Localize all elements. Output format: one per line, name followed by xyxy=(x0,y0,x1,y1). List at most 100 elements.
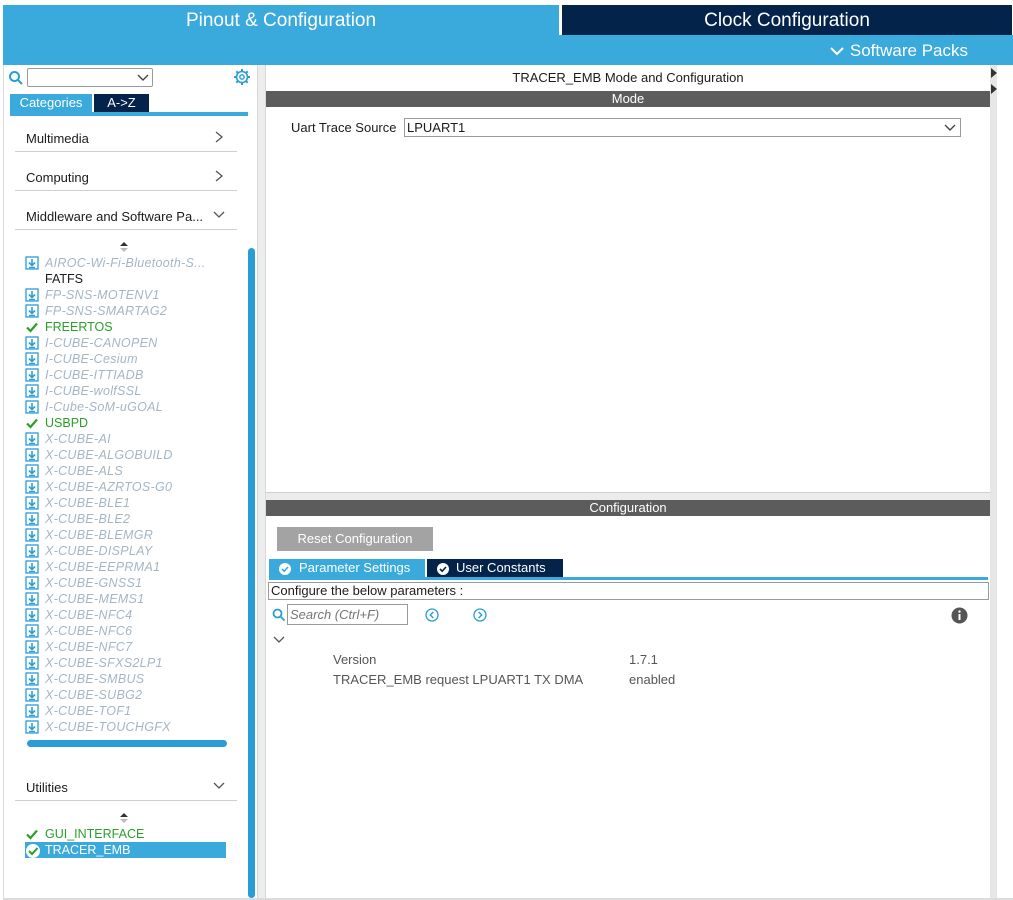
search-icon[interactable] xyxy=(8,70,24,86)
list-item-label: FATFS xyxy=(45,272,83,286)
gear-icon[interactable] xyxy=(233,68,251,86)
category-computing[interactable]: Computing xyxy=(15,160,237,191)
software-packs-label: Software Packs xyxy=(849,41,968,60)
list-item[interactable]: X-CUBE-BLEMGR xyxy=(25,527,235,543)
panel-splitter[interactable] xyxy=(257,65,266,900)
list-item[interactable]: FP-SNS-SMARTAG2 xyxy=(25,303,235,319)
list-item-label: X-CUBE-TOF1 xyxy=(45,704,132,718)
chevron-down-icon xyxy=(944,121,956,133)
list-item-label: I-CUBE-wolfSSL xyxy=(45,384,142,398)
download-pack-icon xyxy=(25,464,39,478)
list-item-label: FREERTOS xyxy=(45,320,113,334)
sort-arrows-icon[interactable] xyxy=(120,811,128,823)
list-item[interactable]: I-CUBE-wolfSSL xyxy=(25,383,235,399)
list-item[interactable]: X-CUBE-MEMS1 xyxy=(25,591,235,607)
list-item[interactable]: X-CUBE-ALGOBUILD xyxy=(25,447,235,463)
list-item[interactable]: X-CUBE-SUBG2 xyxy=(25,687,235,703)
check-circle-icon xyxy=(279,562,291,575)
list-item[interactable]: TRACER_EMB xyxy=(25,842,226,858)
tab-parameter-settings[interactable]: Parameter Settings xyxy=(269,559,425,577)
list-item-label: X-CUBE-MEMS1 xyxy=(45,592,145,606)
list-item[interactable]: X-CUBE-EEPRMA1 xyxy=(25,559,235,575)
list-item[interactable]: FATFS xyxy=(25,271,235,287)
vertical-scrollbar[interactable] xyxy=(248,248,255,898)
chevron-down-icon xyxy=(137,70,149,84)
parameter-search-input[interactable] xyxy=(287,604,408,625)
download-pack-icon xyxy=(25,448,39,462)
horizontal-scrollbar[interactable] xyxy=(27,740,227,747)
list-item-label: X-CUBE-NFC7 xyxy=(45,640,133,654)
list-item[interactable]: X-CUBE-DISPLAY xyxy=(25,543,235,559)
next-match-icon[interactable] xyxy=(473,608,487,622)
middleware-list: AIROC-Wi-Fi-Bluetooth-S... FATFS FP-SNS-MO… xyxy=(25,255,235,735)
reset-configuration-button[interactable]: Reset Configuration xyxy=(277,527,433,551)
list-item[interactable]: I-CUBE-ITTIADB xyxy=(25,367,235,383)
category-utilities[interactable]: Utilities xyxy=(15,770,237,801)
category-label: Middleware and Software Pa... xyxy=(26,209,204,224)
tabs-underline xyxy=(269,577,988,580)
info-icon[interactable] xyxy=(951,607,968,624)
software-packs-menu[interactable]: Software Packs xyxy=(830,35,968,65)
list-item[interactable]: FP-SNS-MOTENV1 xyxy=(25,287,235,303)
download-pack-icon xyxy=(25,304,39,318)
list-item[interactable]: FREERTOS xyxy=(25,319,235,335)
checkmark-icon xyxy=(25,320,39,334)
download-pack-icon xyxy=(25,528,39,542)
check-circle-icon xyxy=(437,562,449,575)
uart-trace-source-label: Uart Trace Source xyxy=(291,120,397,135)
list-item[interactable]: X-CUBE-AZRTOS-G0 xyxy=(25,479,235,495)
uart-trace-source-select[interactable]: LPUART1 xyxy=(404,118,961,137)
list-item[interactable]: X-CUBE-BLE1 xyxy=(25,495,235,511)
list-item[interactable]: X-CUBE-AI xyxy=(25,431,235,447)
category-label: Multimedia xyxy=(26,131,89,146)
configuration-section-bar: Configuration xyxy=(266,500,990,516)
download-pack-icon xyxy=(25,496,39,510)
list-item[interactable]: AIROC-Wi-Fi-Bluetooth-S... xyxy=(25,255,235,271)
list-item[interactable]: GUI_INTERFACE xyxy=(25,826,226,842)
download-pack-icon xyxy=(25,576,39,590)
list-item[interactable]: X-CUBE-BLE2 xyxy=(25,511,235,527)
download-pack-icon xyxy=(25,384,39,398)
list-item-label: FP-SNS-MOTENV1 xyxy=(45,288,160,302)
list-item-label: X-CUBE-BLE2 xyxy=(45,512,131,526)
list-item-label: X-CUBE-SUBG2 xyxy=(45,688,143,702)
list-item[interactable]: X-CUBE-GNSS1 xyxy=(25,575,235,591)
download-pack-icon xyxy=(25,544,39,558)
list-item[interactable]: I-CUBE-Cesium xyxy=(25,351,235,367)
tab-pinout-configuration[interactable]: Pinout & Configuration xyxy=(3,5,559,37)
param-name: Version xyxy=(333,652,377,667)
list-item[interactable]: X-CUBE-ALS xyxy=(25,463,235,479)
list-item-label: I-CUBE-ITTIADB xyxy=(45,368,144,382)
list-item-label: I-Cube-SoM-uGOAL xyxy=(45,400,164,414)
list-item[interactable]: X-CUBE-NFC4 xyxy=(25,607,235,623)
list-item[interactable]: USBPD xyxy=(25,415,235,431)
param-value[interactable]: enabled xyxy=(629,672,675,687)
previous-match-icon[interactable] xyxy=(425,608,439,622)
param-value[interactable]: 1.7.1 xyxy=(629,652,658,667)
list-item[interactable]: I-Cube-SoM-uGOAL xyxy=(25,399,235,415)
tab-categories[interactable]: Categories xyxy=(10,94,92,112)
category-middleware[interactable]: Middleware and Software Pa... xyxy=(15,199,237,230)
tab-a-to-z[interactable]: A->Z xyxy=(94,94,149,112)
sort-arrows-icon[interactable] xyxy=(120,240,128,252)
mode-section-bar: Mode xyxy=(266,91,990,107)
list-item[interactable]: X-CUBE-TOF1 xyxy=(25,703,235,719)
list-item[interactable]: X-CUBE-SFXS2LP1 xyxy=(25,655,235,671)
tab-clock-configuration[interactable]: Clock Configuration xyxy=(562,5,1012,35)
collapse-panel-icon[interactable] xyxy=(990,66,998,96)
download-pack-icon xyxy=(25,256,39,270)
list-item-label: FP-SNS-SMARTAG2 xyxy=(45,304,168,318)
uart-trace-source-value: LPUART1 xyxy=(407,120,466,135)
download-pack-icon xyxy=(25,704,39,718)
category-multimedia[interactable]: Multimedia xyxy=(15,121,237,152)
search-icon xyxy=(272,608,286,622)
search-input[interactable] xyxy=(27,68,153,87)
chevron-down-icon[interactable] xyxy=(273,633,285,643)
list-item[interactable]: I-CUBE-CANOPEN xyxy=(25,335,235,351)
tab-user-constants[interactable]: User Constants xyxy=(427,559,563,577)
list-item[interactable]: X-CUBE-SMBUS xyxy=(25,671,235,687)
list-item[interactable]: X-CUBE-NFC7 xyxy=(25,639,235,655)
list-item[interactable]: X-CUBE-TOUCHGFX xyxy=(25,719,235,735)
download-pack-icon xyxy=(25,624,39,638)
list-item[interactable]: X-CUBE-NFC6 xyxy=(25,623,235,639)
